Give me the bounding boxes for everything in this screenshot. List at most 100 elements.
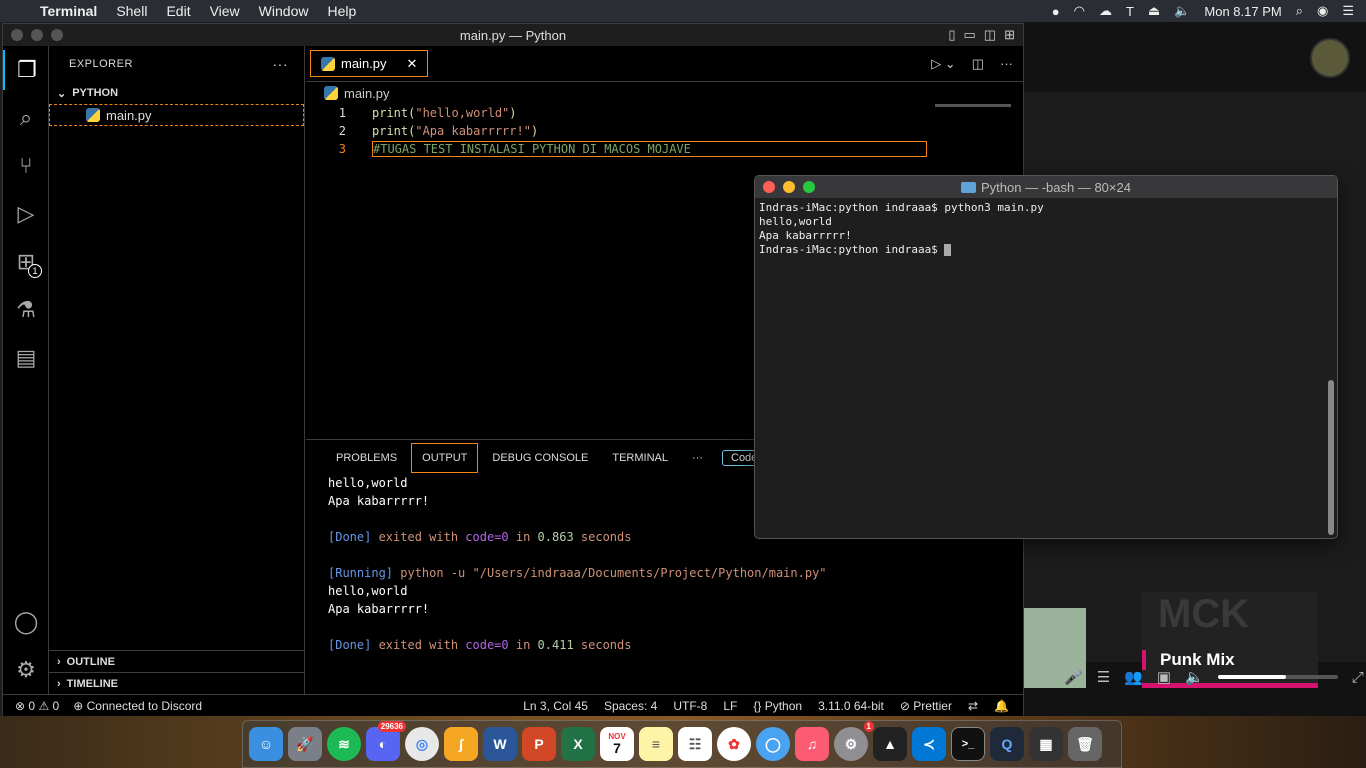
extensions-icon[interactable]: ⊞ 1 bbox=[3, 242, 49, 282]
chrome-icon[interactable]: ◎ bbox=[405, 727, 439, 761]
tab-output[interactable]: OUTPUT bbox=[411, 443, 479, 473]
zoom-window-button[interactable] bbox=[51, 29, 63, 41]
tab-debug-console[interactable]: DEBUG CONSOLE bbox=[482, 444, 598, 472]
tab-terminal[interactable]: TERMINAL bbox=[602, 444, 678, 472]
notes-icon[interactable]: ≡ bbox=[639, 727, 673, 761]
minimap[interactable] bbox=[935, 104, 1011, 107]
notifications-bell-icon[interactable]: 🔔 bbox=[994, 699, 1009, 713]
speaker-icon[interactable]: 🔈 bbox=[1185, 668, 1204, 686]
menu-help[interactable]: Help bbox=[327, 3, 356, 19]
vscode-icon[interactable]: ≺ bbox=[912, 727, 946, 761]
explorer-icon[interactable]: ❐ bbox=[3, 50, 49, 90]
problems-status[interactable]: ⊗ 0 ⚠ 0 bbox=[15, 699, 59, 713]
notification-center-icon[interactable]: ☰ bbox=[1342, 3, 1354, 19]
source-control-icon[interactable]: ⑂ bbox=[3, 146, 49, 186]
tab-problems[interactable]: PROBLEMS bbox=[326, 444, 407, 472]
menu-edit[interactable]: Edit bbox=[166, 3, 190, 19]
menu-window[interactable]: Window bbox=[259, 3, 309, 19]
terminal-icon[interactable]: >_ bbox=[951, 727, 985, 761]
terminal-content[interactable]: Indras-iMac:python indraaa$ python3 main… bbox=[755, 198, 1337, 260]
close-tab-icon[interactable]: ✕ bbox=[407, 56, 418, 72]
menu-shell[interactable]: Shell bbox=[116, 3, 147, 19]
breadcrumb[interactable]: main.py bbox=[306, 82, 1023, 104]
system-preferences-icon[interactable]: ⚙ 1 bbox=[834, 721, 874, 761]
editor-more-icon[interactable]: ··· bbox=[1000, 56, 1013, 72]
toggle-panel-icon[interactable]: ▭ bbox=[964, 27, 976, 43]
volume-icon[interactable]: 🔈 bbox=[1174, 3, 1190, 19]
downloads-stack-icon[interactable]: ▦ bbox=[1029, 727, 1063, 761]
folder-label: PYTHON bbox=[72, 87, 119, 99]
wifi-icon[interactable]: ◠ bbox=[1074, 3, 1085, 19]
microphone-icon[interactable]: 🎤 bbox=[1064, 668, 1083, 686]
code-editor[interactable]: 1 print("hello,world") 2 print("Apa kaba… bbox=[306, 104, 1023, 158]
record-icon[interactable]: ● bbox=[1052, 4, 1060, 19]
remote-explorer-icon[interactable]: ▤ bbox=[3, 338, 49, 378]
minimize-window-button[interactable] bbox=[31, 29, 43, 41]
excel-icon[interactable]: X bbox=[561, 727, 595, 761]
breadcrumb-file: main.py bbox=[344, 85, 390, 101]
run-debug-icon[interactable]: ▷ bbox=[3, 194, 49, 234]
typeit-icon[interactable]: T bbox=[1126, 4, 1134, 19]
friends-icon[interactable]: 👥 bbox=[1124, 668, 1143, 686]
outline-section[interactable]: › OUTLINE bbox=[49, 650, 305, 672]
folder-python[interactable]: ⌄ PYTHON bbox=[49, 82, 304, 104]
zoom-window-button[interactable] bbox=[803, 181, 815, 193]
user-avatar[interactable] bbox=[1310, 38, 1350, 78]
eject-icon[interactable]: ⏏ bbox=[1148, 3, 1160, 19]
toggle-sidebar-icon[interactable]: ▯ bbox=[948, 27, 955, 43]
encoding[interactable]: UTF-8 bbox=[673, 699, 707, 713]
siri-icon[interactable]: ◉ bbox=[1317, 3, 1328, 19]
trash-icon[interactable]: 🗑 bbox=[1068, 727, 1102, 761]
queue-icon[interactable]: ☰ bbox=[1097, 668, 1110, 686]
word-icon[interactable]: W bbox=[483, 727, 517, 761]
language-mode[interactable]: {} Python bbox=[753, 699, 802, 713]
quicktime-icon[interactable]: Q bbox=[990, 727, 1024, 761]
accounts-icon[interactable]: ◯ bbox=[3, 602, 49, 642]
split-editor-icon[interactable]: ◫ bbox=[972, 56, 984, 72]
customize-layout-icon[interactable]: ⊞ bbox=[1004, 27, 1015, 43]
close-window-button[interactable] bbox=[11, 29, 23, 41]
launchpad-icon[interactable]: 🚀 bbox=[288, 727, 322, 761]
panel-more-icon[interactable]: ··· bbox=[682, 444, 713, 472]
end-of-line[interactable]: LF bbox=[723, 699, 737, 713]
prettier-status[interactable]: ⊘ Prettier bbox=[900, 699, 952, 713]
explorer-more-icon[interactable]: ··· bbox=[273, 56, 289, 72]
minimize-window-button[interactable] bbox=[783, 181, 795, 193]
calendar-icon[interactable]: NOV 7 bbox=[600, 727, 634, 761]
preview-icon[interactable]: ▲ bbox=[873, 727, 907, 761]
manage-gear-icon[interactable]: ⚙ bbox=[3, 650, 49, 690]
indentation[interactable]: Spaces: 4 bbox=[604, 699, 657, 713]
timeline-section[interactable]: › TIMELINE bbox=[49, 672, 305, 694]
powerpoint-icon[interactable]: P bbox=[522, 727, 556, 761]
cloud-icon[interactable]: ☁ bbox=[1099, 3, 1112, 19]
search-icon[interactable]: ⌕ bbox=[3, 98, 49, 138]
volume-slider[interactable] bbox=[1217, 675, 1338, 679]
toggle-secondary-sidebar-icon[interactable]: ◫ bbox=[984, 27, 996, 43]
fullscreen-icon[interactable]: ⤢ bbox=[1352, 669, 1364, 686]
discord-icon[interactable]: ◐ 29636 bbox=[366, 721, 406, 761]
finder-icon[interactable]: ☺ bbox=[249, 727, 283, 761]
tab-main-py[interactable]: main.py ✕ bbox=[310, 50, 429, 77]
braces-icon: {} bbox=[753, 698, 762, 713]
reminders-icon[interactable]: ☷ bbox=[678, 727, 712, 761]
sketchbook-icon[interactable]: ∫ bbox=[444, 727, 478, 761]
messages-icon[interactable]: ◯ bbox=[756, 727, 790, 761]
menubar-clock[interactable]: Mon 8.17 PM bbox=[1204, 4, 1281, 19]
device-icon[interactable]: ▣ bbox=[1157, 668, 1171, 686]
terminal-scrollbar[interactable] bbox=[1327, 200, 1335, 536]
spotify-icon[interactable]: ≋ bbox=[327, 727, 361, 761]
menu-app-name[interactable]: Terminal bbox=[40, 3, 97, 19]
feedback-icon[interactable]: ⇄ bbox=[968, 699, 978, 713]
file-main-py[interactable]: main.py bbox=[49, 104, 304, 126]
spotlight-search-icon[interactable]: ⌕ bbox=[1296, 3, 1303, 19]
photos-icon[interactable]: ✿ bbox=[717, 727, 751, 761]
discord-status[interactable]: ⊕ Connected to Discord bbox=[73, 699, 202, 713]
itunes-icon[interactable]: ♫ bbox=[795, 727, 829, 761]
menu-view[interactable]: View bbox=[210, 3, 240, 19]
close-window-button[interactable] bbox=[763, 181, 775, 193]
scrollbar-thumb[interactable] bbox=[1328, 380, 1334, 535]
run-file-icon[interactable]: ▷ ⌄ bbox=[931, 56, 956, 72]
testing-icon[interactable]: ⚗ bbox=[3, 290, 49, 330]
cursor-position[interactable]: Ln 3, Col 45 bbox=[523, 699, 588, 713]
python-interpreter[interactable]: 3.11.0 64-bit bbox=[818, 699, 884, 713]
